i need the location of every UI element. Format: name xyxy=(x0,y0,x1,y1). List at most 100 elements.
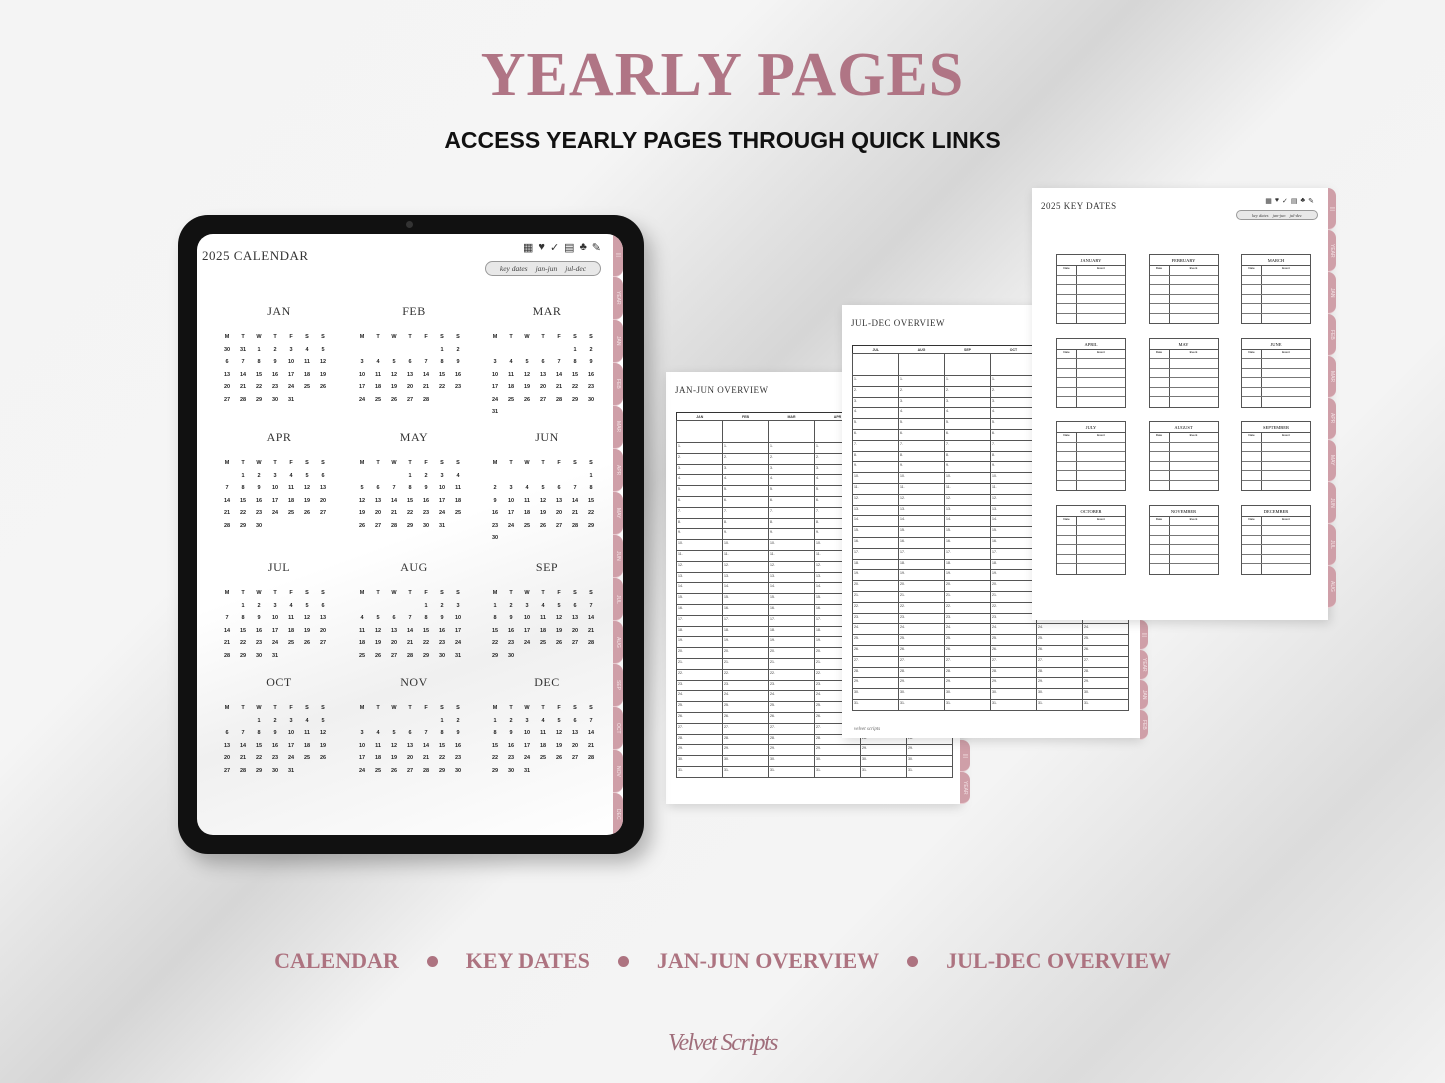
side-tab-menumenumenu[interactable]: ||| xyxy=(1140,620,1148,650)
day-cell[interactable]: 21 xyxy=(386,509,402,518)
cell[interactable]: 6. xyxy=(852,428,899,441)
cell[interactable]: 29. xyxy=(722,744,769,757)
day-cell[interactable]: 23 xyxy=(503,639,519,648)
side-tab-jul[interactable]: JUL xyxy=(613,578,623,621)
day-cell[interactable]: 16 xyxy=(503,742,519,751)
day-cell[interactable]: 27 xyxy=(535,396,551,405)
date-cell[interactable] xyxy=(1242,275,1262,284)
day-cell[interactable]: 18 xyxy=(503,383,519,392)
event-cell[interactable] xyxy=(1170,471,1218,480)
day-cell[interactable]: 24 xyxy=(487,396,503,405)
date-cell[interactable] xyxy=(1242,285,1262,294)
cell[interactable]: 18. xyxy=(676,625,723,638)
day-cell[interactable]: 13 xyxy=(567,729,583,738)
cell[interactable]: 25. xyxy=(898,634,945,646)
day-cell[interactable]: 24 xyxy=(283,754,299,763)
day-cell[interactable]: 18 xyxy=(370,754,386,763)
cell[interactable]: 2. xyxy=(944,385,991,398)
day-cell[interactable]: 29 xyxy=(251,396,267,405)
day-cell[interactable]: 26 xyxy=(551,754,567,763)
event-cell[interactable] xyxy=(1262,276,1310,285)
day-cell[interactable]: 19 xyxy=(519,383,535,392)
event-cell[interactable] xyxy=(1170,276,1218,285)
event-cell[interactable] xyxy=(1077,555,1125,564)
day-cell[interactable]: 7 xyxy=(386,484,402,493)
event-cell[interactable] xyxy=(1077,471,1125,480)
cell[interactable]: 22. xyxy=(722,668,769,681)
day-cell[interactable]: 15 xyxy=(251,371,267,380)
day-cell[interactable]: 19 xyxy=(354,509,370,518)
day-cell[interactable]: 13 xyxy=(386,627,402,636)
table-row[interactable] xyxy=(1149,387,1218,397)
date-cell[interactable] xyxy=(1150,275,1170,284)
day-cell[interactable]: 22 xyxy=(487,754,503,763)
side-tab-mar[interactable]: MAR xyxy=(613,406,623,449)
cell[interactable]: 21. xyxy=(722,657,769,670)
event-cell[interactable] xyxy=(1262,397,1310,407)
cell[interactable]: 2. xyxy=(722,452,769,465)
side-tab-sep[interactable]: SEP xyxy=(613,664,623,707)
day-cell[interactable]: 5 xyxy=(551,717,567,726)
day-cell[interactable]: 7 xyxy=(235,729,251,738)
day-cell[interactable]: 7 xyxy=(567,484,583,493)
cell[interactable]: 20. xyxy=(852,580,899,592)
quick-link-jan-jun[interactable]: jan-jun xyxy=(1273,213,1286,218)
cell[interactable]: 4. xyxy=(722,474,769,487)
event-cell[interactable] xyxy=(1262,481,1310,491)
cell[interactable]: 19. xyxy=(990,569,1037,582)
cell[interactable]: 12. xyxy=(944,493,991,506)
date-cell[interactable] xyxy=(1242,387,1262,396)
side-tab-aug[interactable]: AUG xyxy=(1328,566,1336,608)
cell[interactable]: 16. xyxy=(990,536,1037,549)
table-row[interactable] xyxy=(1242,564,1310,574)
heart-icon[interactable]: ♥ xyxy=(1275,197,1279,205)
table-row[interactable] xyxy=(1242,387,1310,397)
day-cell[interactable]: 9 xyxy=(418,484,434,493)
side-tab-year[interactable]: YEAR xyxy=(1140,650,1148,680)
cell[interactable]: 27. xyxy=(768,722,815,735)
day-cell[interactable]: 7 xyxy=(583,602,599,611)
notes-icon[interactable]: ✎ xyxy=(592,241,601,254)
day-cell[interactable]: 20 xyxy=(402,383,418,392)
cell[interactable]: 16. xyxy=(676,603,723,616)
event-cell[interactable] xyxy=(1077,378,1125,387)
cell[interactable]: 25. xyxy=(852,634,899,646)
cell[interactable]: 5. xyxy=(722,485,769,497)
table-row[interactable] xyxy=(1242,526,1310,536)
day-cell[interactable]: 8 xyxy=(567,358,583,367)
day-cell[interactable]: 31 xyxy=(450,652,466,661)
date-cell[interactable] xyxy=(1242,480,1262,490)
cell[interactable]: 26. xyxy=(852,644,899,657)
day-cell[interactable]: 7 xyxy=(219,484,235,493)
day-cell[interactable]: 23 xyxy=(487,522,503,531)
cell[interactable]: 16. xyxy=(852,536,899,549)
cell[interactable]: 2. xyxy=(852,385,899,398)
cell[interactable]: 30. xyxy=(944,688,991,700)
day-cell[interactable]: 31 xyxy=(283,767,299,776)
table-row[interactable] xyxy=(1242,275,1310,285)
table-row[interactable] xyxy=(1242,397,1310,407)
day-cell[interactable]: 12 xyxy=(386,742,402,751)
day-cell[interactable]: 3 xyxy=(267,602,283,611)
day-cell[interactable]: 20 xyxy=(567,627,583,636)
day-cell[interactable]: 11 xyxy=(299,358,315,367)
event-cell[interactable] xyxy=(1170,359,1218,368)
day-cell[interactable]: 11 xyxy=(503,371,519,380)
day-cell[interactable]: 24 xyxy=(503,522,519,531)
date-cell[interactable] xyxy=(1242,294,1262,303)
cell[interactable]: 22. xyxy=(676,668,723,681)
bottom-link[interactable]: JAN-JUN OVERVIEW xyxy=(657,948,879,974)
date-cell[interactable] xyxy=(1057,535,1077,544)
day-cell[interactable]: 1 xyxy=(235,602,251,611)
cell[interactable]: 20. xyxy=(722,647,769,659)
cell[interactable]: 12. xyxy=(852,493,899,506)
event-cell[interactable] xyxy=(1170,452,1218,461)
day-cell[interactable]: 14 xyxy=(551,371,567,380)
cell[interactable]: 9. xyxy=(944,461,991,474)
cell[interactable]: 26. xyxy=(676,711,723,724)
day-cell[interactable]: 29 xyxy=(251,767,267,776)
cell[interactable]: 25. xyxy=(1036,634,1083,646)
cell[interactable]: 16. xyxy=(722,603,769,616)
table-row[interactable] xyxy=(1242,471,1310,481)
day-cell[interactable]: 1 xyxy=(251,346,267,355)
